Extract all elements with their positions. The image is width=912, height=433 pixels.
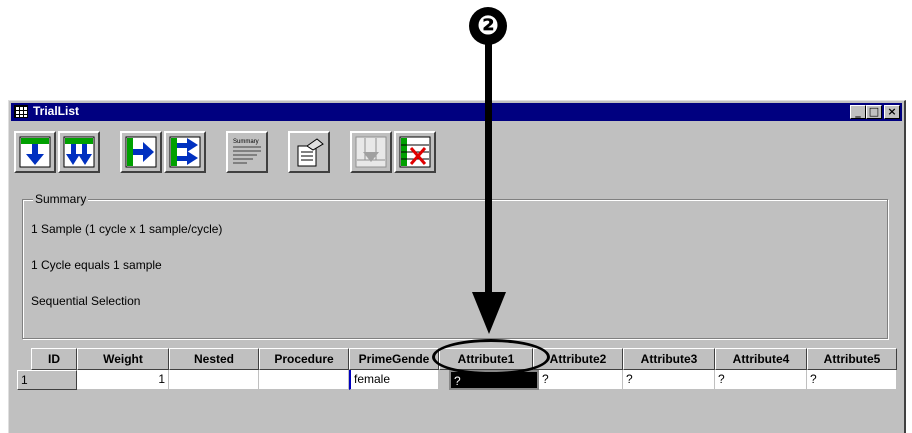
summary-icon: Summary: [233, 139, 261, 164]
summary-cycle: 1 Cycle equals 1 sample: [31, 258, 162, 272]
summary-group: Summary 1 Sample (1 cycle x 1 sample/cyc…: [22, 192, 888, 339]
column-header-weight[interactable]: Weight: [77, 348, 169, 370]
add-multiple-attributes-icon: [169, 136, 201, 168]
add-level-icon: [19, 136, 51, 168]
column-header-attribute3[interactable]: Attribute3: [623, 348, 715, 370]
column-header-id[interactable]: ID: [31, 348, 77, 370]
column-header-attribute5[interactable]: Attribute5: [807, 348, 897, 370]
summary-legend: Summary: [33, 192, 89, 206]
summary-selection: Sequential Selection: [31, 294, 141, 308]
attribute4-cell[interactable]: ?: [715, 370, 807, 390]
triallist-window: TrialList _ □ × Summary Summary 1 Sample…: [8, 100, 906, 433]
add-multiple-levels-button[interactable]: [58, 131, 100, 173]
properties-button[interactable]: [288, 131, 330, 173]
add-attribute-button[interactable]: [120, 131, 162, 173]
primegender-cell[interactable]: female: [349, 370, 439, 390]
add-multiple-levels-icon: [63, 136, 95, 168]
row-id-cell[interactable]: 1: [17, 370, 77, 390]
column-header-procedure[interactable]: Procedure: [259, 348, 349, 370]
add-multiple-attributes-button[interactable]: [164, 131, 206, 173]
title-bar[interactable]: TrialList _ □ ×: [11, 103, 902, 121]
column-header-attribute4[interactable]: Attribute4: [715, 348, 807, 370]
properties-icon: [297, 138, 324, 167]
remove-level-button[interactable]: [350, 131, 392, 173]
callout-arrow-shaft: [485, 44, 492, 294]
summary-samples: 1 Sample (1 cycle x 1 sample/cycle): [31, 222, 223, 236]
add-level-button[interactable]: [14, 131, 56, 173]
minimize-button[interactable]: _: [850, 105, 866, 119]
column-header-nested[interactable]: Nested: [169, 348, 259, 370]
summary-icon-label: Summary: [233, 139, 259, 145]
window-title: TrialList: [33, 104, 80, 118]
remove-level-icon: [355, 136, 387, 168]
attribute5-cell[interactable]: ?: [807, 370, 897, 390]
grid-icon: [14, 105, 28, 118]
remove-attribute-button[interactable]: [394, 131, 436, 173]
add-attribute-icon: [125, 136, 157, 168]
procedure-cell[interactable]: [259, 370, 349, 390]
maximize-button[interactable]: □: [866, 105, 882, 119]
highlight-ellipse: [432, 339, 550, 375]
weight-cell[interactable]: 1: [77, 370, 169, 390]
attribute3-cell[interactable]: ?: [623, 370, 715, 390]
remove-attribute-icon: [399, 136, 431, 168]
nested-cell[interactable]: [169, 370, 259, 390]
callout-arrow-head: [472, 292, 506, 334]
step-2-callout: ❷: [469, 7, 507, 45]
attribute2-cell[interactable]: ?: [539, 370, 623, 390]
close-button[interactable]: ×: [884, 105, 900, 119]
column-header-primegender[interactable]: PrimeGende: [349, 348, 439, 370]
summary-button[interactable]: Summary: [226, 131, 268, 173]
